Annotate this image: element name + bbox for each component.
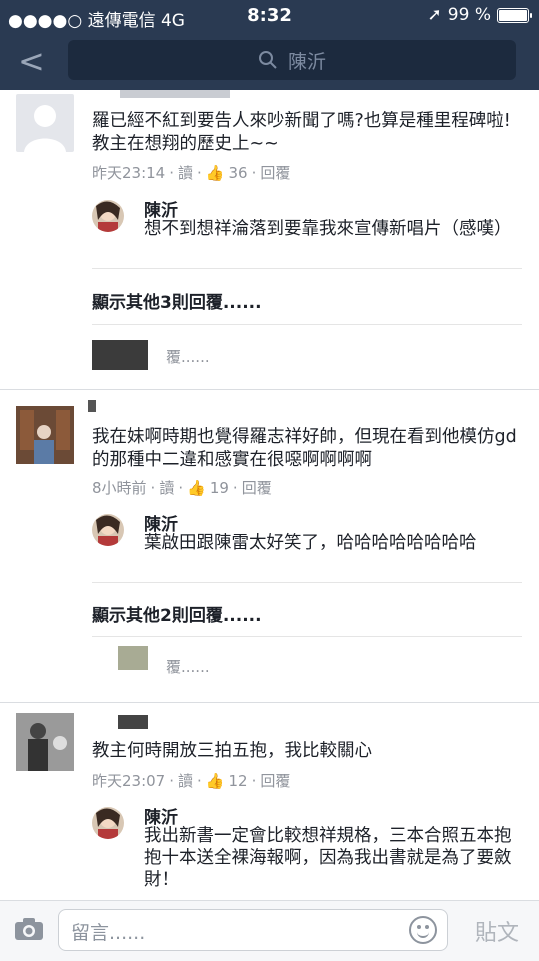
read-link[interactable]: 讀 — [178, 770, 193, 791]
like-count: 36 — [228, 163, 248, 182]
emoji-icon[interactable] — [409, 916, 437, 944]
search-text: 陳沂 — [287, 50, 326, 73]
reply-link[interactable]: 回覆 — [260, 770, 290, 791]
read-link[interactable]: 讀 — [178, 162, 193, 183]
comment-input[interactable]: 留言...... — [58, 909, 448, 951]
comment-text: 教主何時開放三拍五抱，我比較關心 — [92, 741, 372, 761]
blurred-name — [118, 715, 148, 729]
blurred-avatar — [92, 340, 148, 370]
divider — [92, 324, 522, 325]
comment-time: 8小時前 — [92, 479, 147, 497]
reply-text: 想不到想祥淪落到要靠我來宣傳新唱片（感嘆） — [144, 219, 512, 239]
comment-time: 昨天23:07 — [92, 772, 166, 790]
nav-bar: < 陳沂 — [0, 32, 539, 90]
battery-percent: 99 % — [447, 5, 491, 25]
partial-reply-text: 覆...... — [166, 348, 210, 366]
commenter-avatar[interactable] — [16, 406, 74, 464]
comment-time: 昨天23:14 — [92, 164, 166, 182]
post-button[interactable]: 貼文 — [475, 915, 519, 947]
camera-icon[interactable] — [14, 917, 44, 941]
status-bar: ●●●●○ 遠傳電信 4G 8:32 ➚ 99 % — [0, 0, 539, 32]
commenter-avatar[interactable] — [16, 713, 74, 771]
like-icon[interactable]: 👍 — [187, 479, 206, 497]
show-more-replies[interactable]: 顯示其他3則回覆...... — [92, 288, 262, 313]
reply-text: 葉啟田跟陳雷太好笑了，哈哈哈哈哈哈哈哈 — [144, 533, 477, 553]
like-count: 19 — [209, 478, 229, 497]
reply-link[interactable]: 回覆 — [242, 477, 272, 498]
like-icon[interactable]: 👍 — [206, 164, 225, 182]
comment-separator — [0, 389, 539, 390]
blurred-name — [120, 90, 230, 98]
blurred-name — [88, 400, 96, 412]
battery-icon — [497, 7, 532, 23]
replier-avatar[interactable] — [92, 807, 124, 839]
comment-text: 羅已經不紅到要告人來吵新聞了嗎?也算是種里程碑啦!教主在想翔的歷史上~~ — [92, 111, 511, 154]
like-count: 12 — [228, 771, 248, 790]
show-more-replies[interactable]: 顯示其他2則回覆...... — [92, 601, 262, 626]
reply-text: 我出新書一定會比較想祥規格，三本合照五本抱抱十本送全裸海報啊，因為我出書就是為了… — [144, 826, 512, 890]
comment-composer: 留言...... 貼文 — [0, 900, 539, 961]
commenter-avatar[interactable] — [16, 94, 74, 152]
comments-list: 羅已經不紅到要告人來吵新聞了嗎?也算是種里程碑啦!教主在想翔的歷史上~~ 昨天2… — [0, 90, 539, 900]
comment-text: 我在妹啊時期也覺得羅志祥好帥，但現在看到他模仿gd的那種中二違和感實在很噁啊啊啊… — [92, 427, 517, 470]
comment-placeholder: 留言...... — [71, 922, 146, 944]
reply-link[interactable]: 回覆 — [260, 162, 290, 183]
like-icon[interactable]: 👍 — [206, 772, 225, 790]
partial-reply-text: 覆...... — [166, 658, 210, 676]
location-icon: ➚ — [427, 5, 442, 25]
divider — [92, 268, 522, 269]
back-chevron-icon[interactable]: < — [18, 42, 45, 80]
read-link[interactable]: 讀 — [159, 477, 174, 498]
divider — [92, 636, 522, 637]
divider — [92, 582, 522, 583]
replier-avatar[interactable] — [92, 200, 124, 232]
search-icon — [258, 51, 277, 69]
blurred-avatar — [118, 646, 148, 670]
replier-avatar[interactable] — [92, 514, 124, 546]
comment-separator — [0, 702, 539, 703]
search-field[interactable]: 陳沂 — [68, 40, 516, 80]
